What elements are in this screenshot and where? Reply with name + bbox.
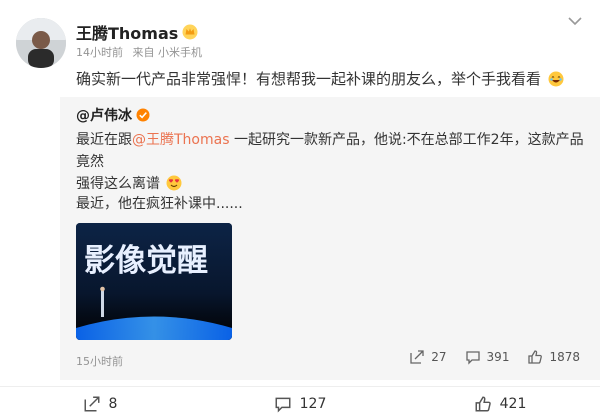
post-text-body: 确实新一代产品非常强悍！有想帮我一起补课的朋友么，举个手我看看 bbox=[76, 70, 542, 88]
repost-comment-button[interactable]: 391 bbox=[465, 349, 510, 365]
like-icon bbox=[528, 350, 543, 364]
repost-text-prefix: 最近在跟 bbox=[76, 132, 132, 148]
repost-card[interactable]: @卢伟冰 最近在跟@王腾Thomas 一起研究一款新产品，他说:不在总部工作2年… bbox=[60, 97, 600, 380]
comment-icon bbox=[275, 397, 291, 413]
repost-text-line2: 强得这么离谱 bbox=[76, 176, 160, 192]
verified-badge-icon bbox=[136, 108, 150, 122]
comment-button[interactable]: 127 bbox=[200, 395, 400, 413]
repost-author-row: @卢伟冰 bbox=[76, 105, 150, 125]
repost-text-2: 最近，他在疯狂补课中...... bbox=[76, 196, 243, 212]
share-count: 8 bbox=[108, 395, 118, 412]
weibo-post: 王腾Thomas 14小时前 来自 小米手机 确实新一代产品非常强悍！有想帮我一… bbox=[0, 0, 600, 419]
repost-author[interactable]: @卢伟冰 bbox=[76, 105, 132, 125]
mention-link[interactable]: @王腾Thomas bbox=[132, 132, 230, 148]
crown-icon bbox=[182, 24, 198, 40]
repost-image[interactable]: 影像觉醒 bbox=[76, 223, 232, 340]
share-icon bbox=[84, 396, 100, 411]
avatar[interactable] bbox=[16, 18, 66, 68]
author-row: 王腾Thomas bbox=[76, 20, 198, 44]
comment-icon bbox=[465, 351, 480, 365]
like-count: 421 bbox=[499, 395, 527, 412]
post-text: 确实新一代产品非常强悍！有想帮我一起补课的朋友么，举个手我看看 bbox=[76, 68, 564, 89]
share-icon bbox=[410, 350, 424, 364]
laugh-emoji-icon bbox=[548, 71, 564, 87]
post-meta: 14小时前 来自 小米手机 bbox=[76, 44, 202, 60]
more-chevron-icon[interactable] bbox=[568, 16, 582, 26]
author-name[interactable]: 王腾Thomas bbox=[76, 20, 178, 44]
repost-comment-count: 391 bbox=[486, 350, 510, 364]
repost-like-count: 1878 bbox=[549, 350, 580, 364]
repost-like-button[interactable]: 1878 bbox=[527, 349, 580, 365]
comment-count: 127 bbox=[299, 395, 327, 412]
heart-eyes-emoji-icon bbox=[166, 175, 182, 191]
post-footer: 8 127 421 bbox=[0, 386, 600, 420]
repost-share-count: 27 bbox=[431, 350, 447, 364]
repost-text: 最近在跟@王腾Thomas 一起研究一款新产品，他说:不在总部工作2年，这款产品… bbox=[76, 129, 586, 195]
like-button[interactable]: 421 bbox=[400, 395, 600, 413]
repost-actions: 27 391 1878 bbox=[391, 349, 580, 365]
repost-share-button[interactable]: 27 bbox=[409, 349, 447, 365]
like-icon bbox=[475, 396, 491, 411]
share-button[interactable]: 8 bbox=[0, 395, 200, 413]
image-overlay-text: 影像觉醒 bbox=[84, 243, 208, 279]
post-source: 来自 小米手机 bbox=[132, 46, 203, 59]
repost-time[interactable]: 15小时前 bbox=[76, 353, 123, 369]
post-time[interactable]: 14小时前 bbox=[76, 46, 123, 59]
